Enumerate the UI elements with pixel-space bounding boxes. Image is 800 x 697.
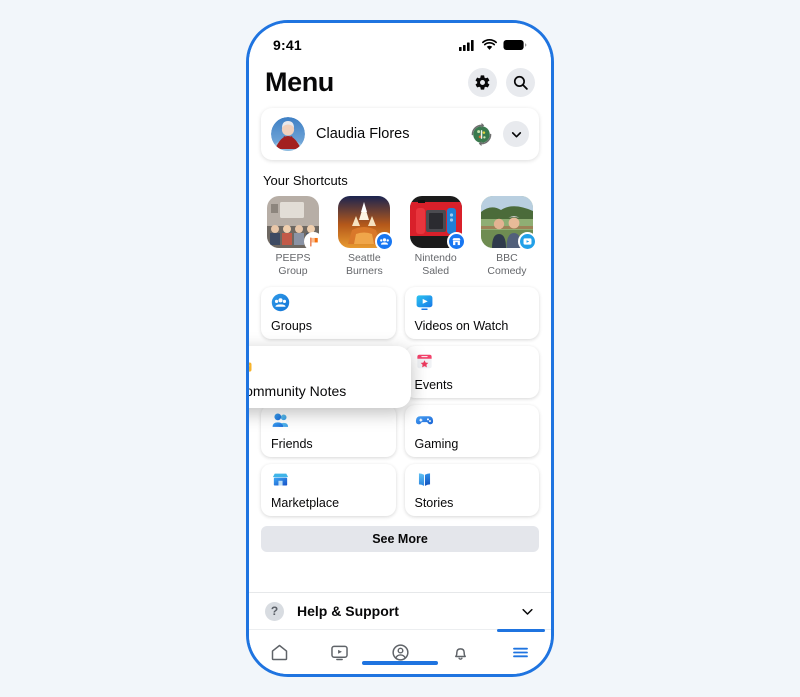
tile-groups[interactable]: Groups	[261, 287, 396, 339]
shortcut-label: BBC Comedy	[487, 252, 526, 277]
see-more-button[interactable]: See More	[261, 526, 539, 552]
profile-card[interactable]: Claudia Flores	[261, 108, 539, 160]
marketplace-storefront-icon	[271, 470, 290, 489]
shortcut-label: PEEPS Group	[275, 252, 310, 277]
shortcut-label-line1: PEEPS	[275, 252, 311, 264]
shortcut-label: Nintendo Saled	[415, 252, 457, 277]
menu-tile-grid: Groups Videos on Watch ommunity Notes Ev…	[249, 287, 539, 516]
stories-book-icon	[415, 470, 434, 489]
friends-profile-icon	[391, 643, 409, 661]
header-actions	[468, 68, 535, 97]
search-icon	[513, 75, 528, 90]
profile-name: Claudia Flores	[316, 126, 410, 142]
tile-videos-on-watch[interactable]: Videos on Watch	[404, 287, 539, 339]
marketplace-badge-icon	[446, 232, 466, 251]
shortcut-label-line2: Saled	[422, 264, 450, 277]
shortcut-item[interactable]: BBC Comedy	[477, 196, 537, 277]
shortcut-item[interactable]: PEEPS Group	[263, 196, 323, 277]
shortcuts-title: Your Shortcuts	[263, 173, 348, 188]
community-notes-icon	[249, 355, 257, 377]
shortcut-label-line1: Seattle	[347, 252, 381, 264]
menu-hamburger-icon	[513, 647, 529, 657]
tile-gaming[interactable]: Gaming	[404, 405, 539, 457]
tile-label: Videos on Watch	[414, 319, 509, 333]
help-expand-chevron-down-icon[interactable]	[520, 604, 535, 619]
shortcut-label-line2: Comedy	[487, 264, 527, 277]
home-icon	[271, 644, 287, 660]
tile-label: Friends	[271, 437, 313, 451]
help-and-support-row[interactable]: ? Help & Support	[249, 592, 551, 629]
shortcut-label-line2: Group	[278, 264, 308, 277]
shortcuts-row: PEEPS Group Seattle Burners Nintendo Sal…	[261, 196, 539, 277]
tile-stories[interactable]: Stories	[404, 464, 539, 516]
page-title: Menu	[265, 67, 334, 97]
nav-item-notifications[interactable]	[430, 630, 490, 674]
bottom-navigation-bar	[249, 629, 551, 674]
tile-events[interactable]: Events	[404, 346, 539, 398]
tile-label: Gaming	[414, 437, 459, 451]
shortcut-thumbnail	[267, 196, 323, 251]
shortcut-item[interactable]: Nintendo Saled	[406, 196, 466, 277]
cellular-signal-icon	[459, 40, 474, 51]
group-badge-icon	[375, 232, 395, 251]
phone-screen: 9:41 Menu Claudia Flores Your Shortcuts …	[249, 23, 551, 674]
chevron-down-icon	[511, 131, 521, 137]
search-button[interactable]	[506, 68, 535, 97]
tile-label: Groups	[271, 319, 312, 333]
phone-frame: 9:41 Menu Claudia Flores Your Shortcuts …	[246, 20, 554, 677]
shortcut-label-line1: Nintendo	[414, 252, 457, 264]
switch-profile-icon[interactable]	[468, 121, 495, 148]
tile-marketplace[interactable]: Marketplace	[261, 464, 396, 516]
nav-item-home[interactable]	[249, 630, 309, 674]
nav-item-watch[interactable]	[309, 630, 369, 674]
battery-icon	[503, 40, 527, 50]
tile-label: Events	[414, 378, 453, 392]
shortcut-thumbnail	[480, 196, 537, 251]
shortcut-thumbnail	[409, 196, 466, 251]
watch-video-icon	[331, 645, 348, 660]
shortcut-label-line2: Burners	[345, 264, 383, 277]
groups-icon	[271, 293, 290, 312]
tile-label: Marketplace	[271, 496, 340, 510]
notifications-bell-icon	[454, 647, 466, 660]
tile-label: Stories	[414, 496, 454, 510]
nav-item-menu[interactable]	[491, 629, 551, 674]
wifi-icon	[482, 39, 497, 50]
menu-content: Claudia Flores Your Shortcuts PEEPS Grou…	[249, 108, 551, 582]
video-badge-icon	[517, 232, 537, 251]
status-indicators	[459, 39, 527, 51]
events-calendar-icon	[415, 352, 434, 371]
settings-button[interactable]	[468, 68, 497, 97]
gaming-controller-icon	[415, 411, 434, 430]
tile-friends[interactable]: Friends	[261, 405, 396, 457]
tile-community-notes[interactable]: Community Notes	[249, 346, 411, 408]
status-bar: 9:41	[249, 23, 551, 61]
question-mark-icon: ?	[265, 601, 284, 621]
flag-badge-icon	[304, 232, 323, 251]
help-label: Help & Support	[297, 603, 399, 619]
shortcut-thumbnail	[338, 196, 395, 251]
avatar	[271, 117, 305, 151]
friends-icon	[271, 411, 290, 430]
nav-item-profile[interactable]	[370, 630, 430, 674]
shortcut-label-line1: BBC	[496, 252, 518, 264]
gear-icon	[475, 75, 490, 90]
home-indicator	[362, 661, 438, 665]
status-time: 9:41	[273, 37, 302, 53]
menu-header: Menu	[249, 61, 551, 108]
tile-label: Community Notes	[249, 383, 347, 399]
shortcut-item[interactable]: Seattle Burners	[334, 196, 395, 277]
shortcut-label: Seattle Burners	[346, 252, 383, 277]
video-icon	[415, 293, 434, 312]
profile-expand-button[interactable]	[503, 121, 529, 147]
